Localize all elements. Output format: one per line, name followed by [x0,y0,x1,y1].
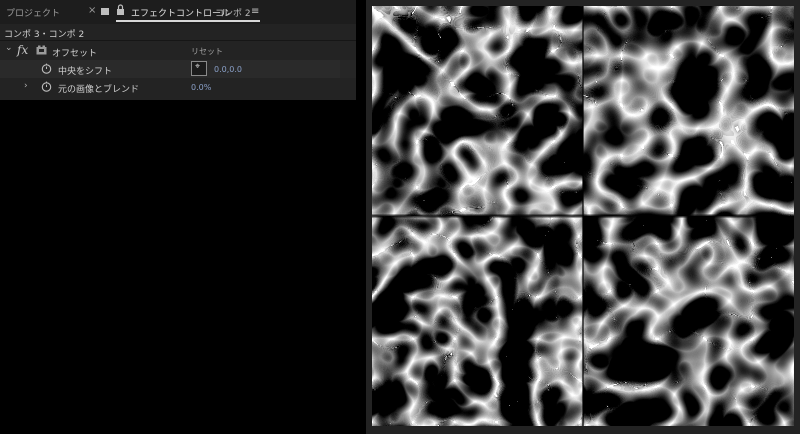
composition-canvas[interactable] [372,6,794,426]
breadcrumb: コンポ 3・コンポ 2 [4,30,85,40]
effect-row-offset[interactable]: ⌄ fx オフセット リセット [0,42,356,60]
stopwatch-icon[interactable] [41,81,52,92]
close-icon[interactable]: × [88,5,96,16]
quadrant-top-right [583,6,794,216]
stopwatch-icon[interactable] [41,63,52,74]
fx-icon[interactable]: fx [17,43,28,57]
effect-preset-icon[interactable] [36,45,47,55]
tab-project[interactable]: プロジェクト [6,6,60,19]
panel-menu-icon[interactable]: ≡ [251,6,259,17]
quadrant-top-left [372,6,583,216]
panel-square-icon[interactable] [101,8,109,15]
divider [0,40,356,41]
effect-controls-panel: プロジェクト × エフェクトコントロール コンポ 2 ≡ コンポ 3・コンポ 2… [0,0,356,100]
property-row-blend: › 元の画像とブレンド 0.0% [0,78,356,96]
quadrant-bottom-left [372,216,583,426]
effect-name: オフセット [52,49,98,59]
crosshair-icon: ⌖ [195,62,201,72]
property-label: 中央をシフト [58,67,113,77]
property-row-shift-center: 中央をシフト ⌖ 0.0,0.0 [0,60,356,78]
twirl-down-icon[interactable]: ⌄ [5,43,13,53]
crosshair-button[interactable]: ⌖ [191,61,207,76]
active-tab-underline [116,20,260,22]
property-label: 元の画像とブレンド [58,85,140,95]
tab-comp-name[interactable]: コンポ 2 [215,6,251,19]
property-value-point[interactable]: 0.0,0.0 [214,65,242,74]
panel-tab-bar: プロジェクト × エフェクトコントロール コンポ 2 ≡ [0,0,356,24]
quadrant-bottom-right [583,216,794,426]
twirl-right-icon[interactable]: › [24,81,28,91]
property-value-percent[interactable]: 0.0% [191,83,211,92]
reset-link[interactable]: リセット [191,46,223,57]
composition-viewer[interactable] [366,0,800,434]
lock-icon[interactable] [116,4,125,16]
caustics-render-image [372,6,794,426]
